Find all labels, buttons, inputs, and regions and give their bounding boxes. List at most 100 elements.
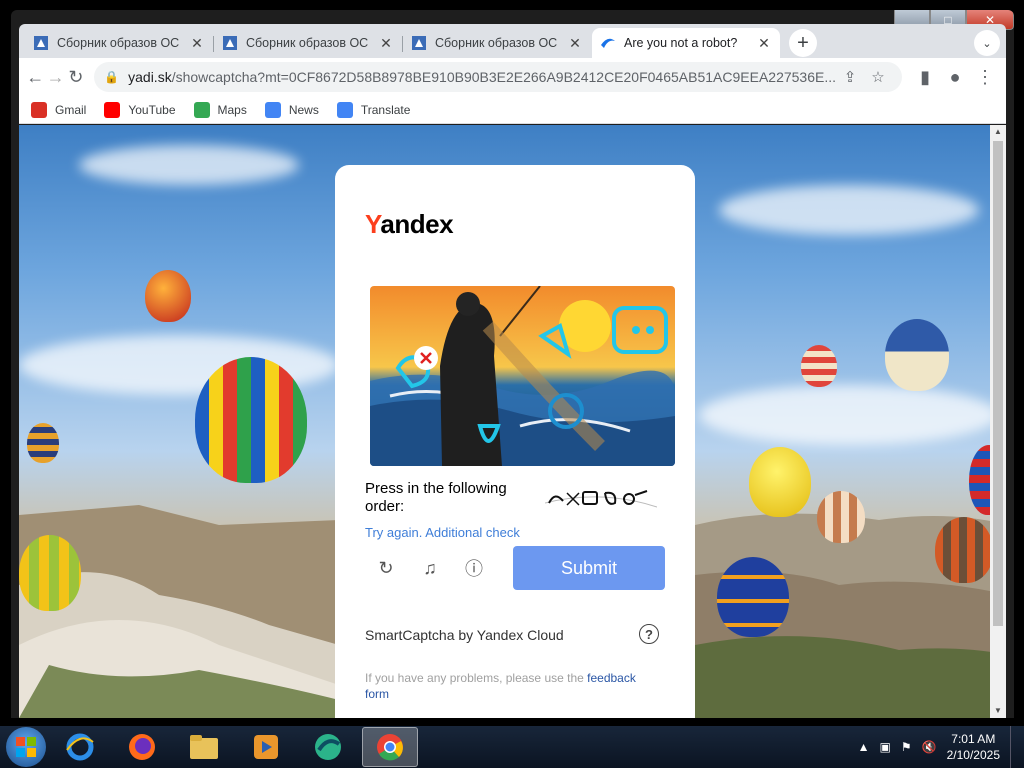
hot-air-balloon	[885, 319, 949, 391]
clock[interactable]: 7:01 AM 2/10/2025	[947, 731, 1000, 763]
tab-1[interactable]: Сборник образов ОС ✕	[25, 28, 214, 58]
tab-title: Сборник образов ОС	[246, 36, 369, 50]
side-panel-icon[interactable]: ▮	[910, 62, 940, 92]
browser-globe-icon[interactable]	[300, 727, 356, 767]
tab-2[interactable]: Сборник образов ОС ✕	[214, 28, 403, 58]
close-icon[interactable]: ✕	[567, 35, 583, 52]
reload-button[interactable]: ↻	[66, 62, 86, 92]
chrome-icon[interactable]	[362, 727, 418, 767]
gmail-icon	[31, 101, 47, 118]
scroll-down-icon[interactable]: ▼	[990, 704, 1006, 718]
hot-air-balloon	[145, 270, 191, 322]
hot-air-balloon	[817, 491, 865, 543]
toolbar: ← → ↻ 🔒 yadi.sk/showcaptcha?mt=0CF8672D5…	[19, 58, 1006, 96]
captcha-puzzle-image[interactable]	[370, 286, 675, 466]
bookmark-maps[interactable]: Maps	[193, 101, 247, 118]
bookmark-star-icon[interactable]: ☆	[864, 68, 892, 86]
lock-icon: 🔒	[104, 70, 120, 84]
tab-title: Сборник образов ОС	[57, 36, 180, 50]
bookmark-label: News	[288, 102, 319, 117]
show-desktop-button[interactable]	[1010, 726, 1024, 768]
maps-icon	[193, 101, 210, 118]
captcha-controls: ↻ ♫ ⓘ	[375, 557, 507, 580]
volume-muted-icon[interactable]: 🔇	[922, 740, 937, 754]
yandex-captcha-icon	[601, 38, 615, 48]
url-text: yadi.sk/showcaptcha?mt=0CF8672D58B8978BE…	[128, 69, 836, 85]
bookmark-news[interactable]: News	[264, 101, 319, 118]
page-viewport: Yandex Press in the following order: Try…	[19, 125, 1006, 718]
bookmarks-bar: Gmail YouTube Maps News Translate	[19, 96, 1006, 124]
bookmark-translate[interactable]: Translate	[336, 101, 411, 118]
tab-captcha[interactable]: Are you not a robot? ✕	[592, 28, 780, 58]
browser-window: ▁ □ ✕ Сборник образов ОС ✕ Сборник образ…	[11, 10, 1014, 718]
back-button[interactable]: ←	[25, 62, 45, 92]
captcha-footer: SmartCaptcha by Yandex Cloud	[365, 627, 564, 643]
clock-time: 7:01 AM	[951, 732, 996, 746]
translate-icon	[336, 101, 353, 118]
tab-strip: Сборник образов ОС ✕ Сборник образов ОС …	[19, 24, 1006, 58]
bookmark-label: Gmail	[55, 102, 87, 117]
bookmark-youtube[interactable]: YouTube	[104, 101, 176, 118]
share-icon[interactable]: ⇪	[836, 68, 864, 86]
bookmark-gmail[interactable]: Gmail	[31, 101, 87, 118]
menu-icon[interactable]: ⋮	[970, 62, 1000, 92]
news-icon	[264, 101, 281, 118]
captcha-card: Yandex Press in the following order: Try…	[335, 165, 695, 718]
internet-explorer-icon[interactable]	[52, 727, 108, 767]
hot-air-balloon	[27, 423, 59, 463]
forward-button[interactable]: →	[45, 62, 65, 92]
headphones-icon[interactable]: ♫	[419, 557, 441, 579]
scrollbar-thumb[interactable]	[993, 141, 1003, 626]
hot-air-balloon	[19, 535, 81, 611]
taskbar: ▲ ▣ ⚑ 🔇 7:01 AM 2/10/2025	[0, 726, 1024, 768]
hot-air-balloon	[717, 557, 789, 637]
close-icon[interactable]: ✕	[189, 35, 205, 52]
hot-air-balloon	[935, 517, 993, 583]
captcha-instruction: Press in the following order:	[365, 480, 507, 515]
clock-date: 2/10/2025	[946, 748, 1000, 762]
start-button[interactable]	[6, 727, 46, 767]
new-tab-button[interactable]: +	[789, 29, 817, 57]
firefox-icon[interactable]	[114, 727, 170, 767]
tab-3[interactable]: Сборник образов ОС ✕	[403, 28, 591, 58]
media-player-icon[interactable]	[238, 727, 294, 767]
bookmark-label: YouTube	[128, 102, 176, 117]
scroll-up-icon[interactable]: ▲	[990, 125, 1006, 139]
address-bar[interactable]: 🔒 yadi.sk/showcaptcha?mt=0CF8672D58B8978…	[94, 62, 903, 92]
close-icon[interactable]: ✕	[756, 35, 772, 52]
submit-button[interactable]: Submit	[513, 546, 665, 590]
system-tray: ▲ ▣ ⚑ 🔇 7:01 AM 2/10/2025	[858, 726, 1024, 768]
youtube-icon	[104, 101, 121, 118]
windows-logo-icon	[16, 737, 36, 757]
doc-icon	[34, 36, 48, 50]
hot-air-balloon	[195, 357, 307, 483]
yandex-logo: Yandex	[365, 209, 454, 240]
problems-text: If you have any problems, please use the	[365, 671, 588, 685]
hot-air-balloon	[801, 345, 837, 387]
logo-letter: Y	[365, 209, 381, 239]
logo-text: andex	[380, 209, 454, 239]
profile-icon[interactable]: ●	[940, 62, 970, 92]
problems-note: If you have any problems, please use the…	[365, 670, 655, 702]
action-center-flag-icon[interactable]: ⚑	[901, 740, 912, 754]
network-icon[interactable]: ▣	[880, 740, 891, 754]
url-path: /showcaptcha?mt=0CF8672D58B8978BE910B90B…	[171, 69, 837, 85]
close-icon[interactable]: ✕	[378, 35, 394, 52]
doc-icon	[412, 36, 426, 50]
refresh-icon[interactable]: ↻	[375, 557, 397, 579]
file-explorer-icon[interactable]	[176, 727, 232, 767]
retry-message: Try again. Additional check	[365, 525, 520, 540]
tab-title: Сборник образов ОС	[435, 36, 558, 50]
help-icon[interactable]: ?	[639, 624, 659, 644]
bookmark-label: Translate	[360, 102, 411, 117]
tab-title: Are you not a robot?	[624, 36, 738, 50]
doc-icon	[223, 36, 237, 50]
bookmark-label: Maps	[217, 102, 247, 117]
url-host: yadi.sk	[128, 69, 172, 85]
show-hidden-icons-icon[interactable]: ▲	[858, 740, 870, 754]
tab-search-button[interactable]: ⌄	[974, 30, 1000, 56]
captcha-order-hint	[545, 490, 657, 508]
vertical-scrollbar[interactable]: ▲ ▼	[990, 125, 1006, 718]
hot-air-balloon	[749, 447, 811, 517]
info-icon[interactable]: ⓘ	[463, 557, 485, 579]
